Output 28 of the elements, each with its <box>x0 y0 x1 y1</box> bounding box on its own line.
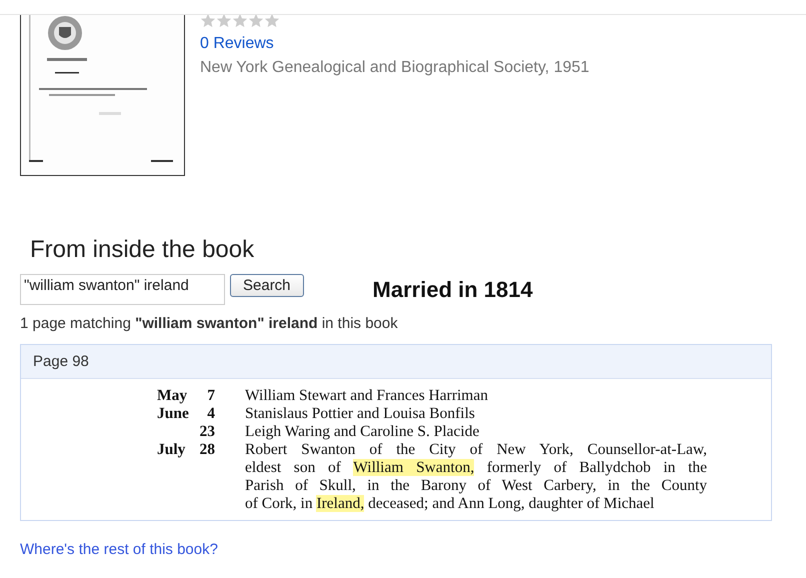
reviews-link[interactable]: 0 Reviews <box>200 35 274 53</box>
rest-of-book-link[interactable]: Where's the rest of this book? <box>20 541 218 558</box>
search-field[interactable]: "william swanton" ireland <box>20 274 225 305</box>
month-text: July <box>157 441 186 458</box>
day-text: 28 <box>198 441 215 459</box>
page-link[interactable]: Page 98 <box>33 353 89 370</box>
publisher-text: New York Genealogical and Biographical Society, 1951 <box>200 59 590 77</box>
entry-text-line: Robert Swanton of the City of New York, Counsellor-at-Law, <box>245 441 707 459</box>
star-icon <box>248 15 264 28</box>
day-text: 4 <box>206 405 215 423</box>
entry-text-line: eldest son of William Swanton, formerly of Ballydchob in the <box>245 459 707 477</box>
result-summary: 1 page matching "william swanton" ireland in this book <box>20 315 399 332</box>
entry-text-line: of Cork, in Ireland, deceased; and Ann Long, daughter of Michael <box>245 495 656 513</box>
star-icon <box>200 15 216 28</box>
month-text: May <box>157 387 188 404</box>
entry-text-line: Leigh Waring and Caroline S. Placide <box>245 423 480 441</box>
section-heading: From inside the book <box>30 236 256 264</box>
star-icon <box>264 15 280 28</box>
entry-text-line: Parish of Skull, in the Barony of West Carbery, in the County <box>245 477 707 495</box>
day-text: 23 <box>198 423 215 441</box>
day-text: 7 <box>206 387 215 405</box>
star-icon <box>232 15 248 28</box>
entry-text-line: Stanislaus Pottier and Louisa Bonfils <box>245 405 476 423</box>
month-text: June <box>157 405 189 422</box>
star-icon <box>216 15 232 28</box>
note-text: Married in 1814 <box>372 277 533 303</box>
entry-text-line: William Stewart and Frances Harriman <box>245 387 489 405</box>
search-button[interactable]: Search <box>230 274 304 297</box>
